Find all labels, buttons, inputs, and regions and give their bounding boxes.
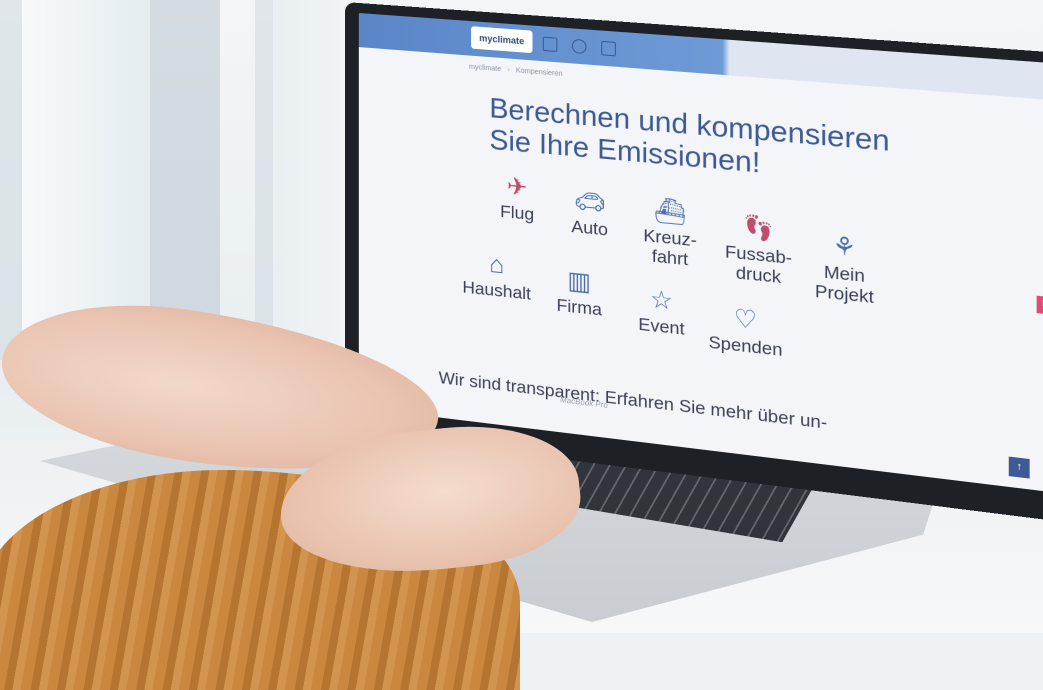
window-frame	[0, 0, 22, 360]
breadcrumb-separator: ›	[507, 66, 510, 74]
plant-icon: ⚘	[832, 231, 857, 263]
scroll-top-button[interactable]: ↑	[1008, 456, 1030, 479]
category-tile-spenden[interactable]: ♡ Spenden	[697, 304, 795, 362]
house-icon: ⌂	[489, 250, 504, 280]
category-tile-mein-projekt[interactable]: ⚘ Mein Projekt	[795, 231, 895, 310]
category-label: Event	[638, 314, 685, 339]
category-label: Mein Projekt	[814, 261, 874, 308]
site-logo[interactable]: myclimate	[471, 26, 533, 54]
category-label: Fussab- druck	[725, 241, 792, 288]
ship-icon: ⛴	[653, 196, 687, 228]
category-label: Flug	[500, 201, 535, 225]
footprint-icon: 👣︎	[741, 212, 776, 245]
breadcrumb-current: Kompensieren	[515, 67, 563, 79]
category-label: Firma	[556, 295, 602, 320]
mail-icon[interactable]: ✉	[1036, 295, 1043, 316]
breadcrumb: myclimate › Kompensieren	[469, 64, 563, 78]
list-icon[interactable]	[601, 40, 616, 57]
search-icon[interactable]	[571, 38, 587, 55]
window-frame	[255, 0, 273, 360]
calendar-star-icon: ☆	[649, 285, 673, 316]
menu-icon[interactable]	[542, 36, 558, 52]
page-title: Berechnen und kompensieren Sie Ihre Emis…	[489, 92, 919, 193]
category-label: Kreuz- fahrt	[643, 225, 697, 270]
category-label: Haushalt	[462, 277, 532, 304]
donate-hand-icon: ♡	[733, 304, 758, 336]
category-tile-fussabdruck[interactable]: 👣︎ Fussab- druck	[710, 212, 808, 290]
category-label: Auto	[571, 216, 608, 240]
header-icons	[542, 36, 616, 57]
laptop-screen: myclimate myclimate › Kompensieren Berec…	[358, 12, 1043, 492]
category-tile-event[interactable]: ☆ Event	[614, 285, 710, 342]
breadcrumb-home[interactable]: myclimate	[469, 64, 501, 74]
category-tile-kreuzfahrt[interactable]: ⛴ Kreuz- fahrt	[622, 196, 718, 273]
factory-icon: ▥	[567, 266, 592, 297]
category-tile-firma[interactable]: ▥ Firma	[532, 267, 626, 322]
transparency-teaser: Wir sind transparent: Erfahren Sie mehr …	[438, 367, 828, 433]
category-tile-haushalt[interactable]: ⌂ Haushalt	[451, 250, 543, 305]
category-label: Spenden	[708, 332, 783, 361]
